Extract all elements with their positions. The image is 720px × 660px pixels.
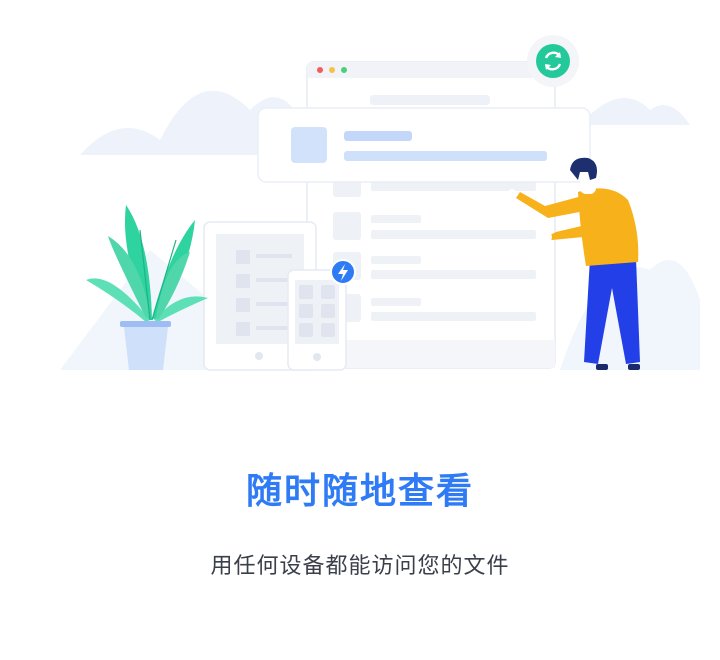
window-minimize-dot bbox=[329, 67, 335, 73]
phone-device bbox=[287, 269, 347, 371]
onboarding-illustration bbox=[60, 35, 700, 371]
window-maximize-dot bbox=[341, 67, 347, 73]
onboarding-subtitle: 用任何设备都能访问您的文件 bbox=[210, 554, 510, 579]
sync-icon bbox=[527, 35, 579, 87]
onboarding-title: 随时随地查看 bbox=[245, 471, 474, 512]
floating-card bbox=[257, 107, 591, 183]
lightning-icon bbox=[330, 259, 356, 285]
window-close-dot bbox=[317, 67, 323, 73]
